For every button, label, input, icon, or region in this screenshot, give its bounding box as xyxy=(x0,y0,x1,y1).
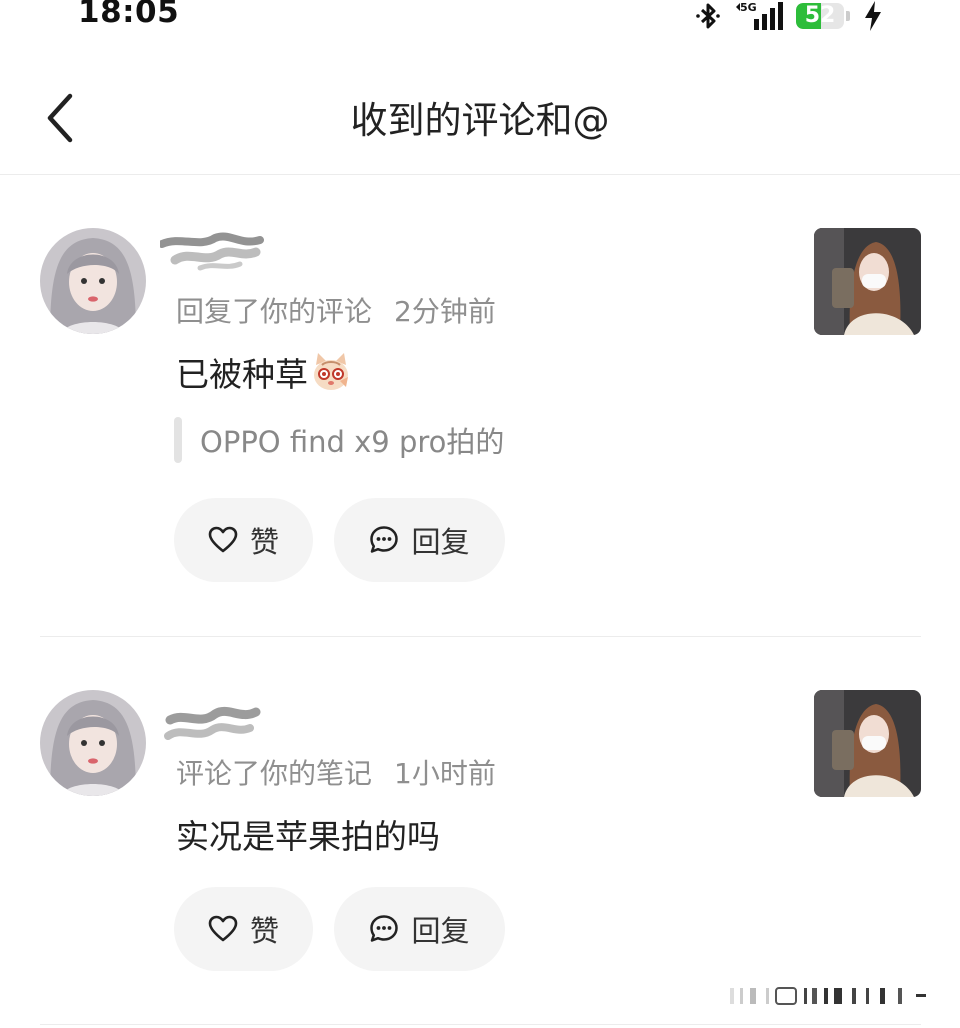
status-time: 18:05 xyxy=(78,0,180,30)
timestamp: 1小时前 xyxy=(394,757,496,790)
divider xyxy=(40,636,921,637)
note-thumbnail[interactable] xyxy=(814,228,921,335)
note-thumbnail[interactable] xyxy=(814,690,921,797)
charging-bolt-icon xyxy=(865,1,881,31)
comment-text: 已被种草 xyxy=(176,348,352,396)
avatar[interactable] xyxy=(40,228,146,334)
like-label: 赞 xyxy=(249,525,279,559)
divider xyxy=(40,1024,921,1025)
reply-button[interactable]: 回复 xyxy=(334,887,505,971)
network-type-label: 5G xyxy=(740,1,757,14)
page-title: 收到的评论和@ xyxy=(350,99,610,142)
next-item-preview-strip xyxy=(730,987,926,1005)
chat-bubble-icon xyxy=(370,915,399,942)
action-text: 评论了你的笔记 xyxy=(176,757,373,790)
notification-meta: 评论了你的笔记 1小时前 xyxy=(176,752,496,792)
timestamp: 2分钟前 xyxy=(394,295,496,328)
like-label: 赞 xyxy=(249,914,279,948)
cat-emoji-icon xyxy=(314,353,348,390)
reply-label: 回复 xyxy=(411,525,470,559)
username-redacted xyxy=(160,232,264,271)
avatar[interactable] xyxy=(40,690,146,796)
notification-meta: 回复了你的评论 2分钟前 xyxy=(176,290,496,330)
battery-indicator: 52 xyxy=(796,1,852,31)
status-icons: 5G 52 xyxy=(694,0,884,34)
quote-bar xyxy=(174,417,182,463)
like-button[interactable]: 赞 xyxy=(174,887,313,971)
cellular-signal-icon: 5G xyxy=(736,1,783,30)
quoted-text: OPPO find x9 pro拍的 xyxy=(200,425,505,459)
reply-label: 回复 xyxy=(411,914,470,948)
chat-bubble-icon xyxy=(370,526,399,553)
like-button[interactable]: 赞 xyxy=(174,498,313,582)
status-bar: 18:05 5G 52 xyxy=(0,0,960,40)
comment-content: 已被种草 xyxy=(176,355,308,394)
comment-content: 实况是苹果拍的吗 xyxy=(176,817,440,856)
heart-outline-icon xyxy=(208,915,238,942)
battery-level: 52 xyxy=(804,3,836,28)
bluetooth-icon xyxy=(696,3,720,29)
page-header: 收到的评论和@ xyxy=(0,60,960,175)
heart-outline-icon xyxy=(208,526,238,553)
reply-button[interactable]: 回复 xyxy=(334,498,505,582)
action-text: 回复了你的评论 xyxy=(176,295,373,328)
comment-text: 实况是苹果拍的吗 xyxy=(176,810,440,858)
username-redacted xyxy=(164,706,261,740)
quoted-comment[interactable]: OPPO find x9 pro拍的 xyxy=(174,417,504,463)
